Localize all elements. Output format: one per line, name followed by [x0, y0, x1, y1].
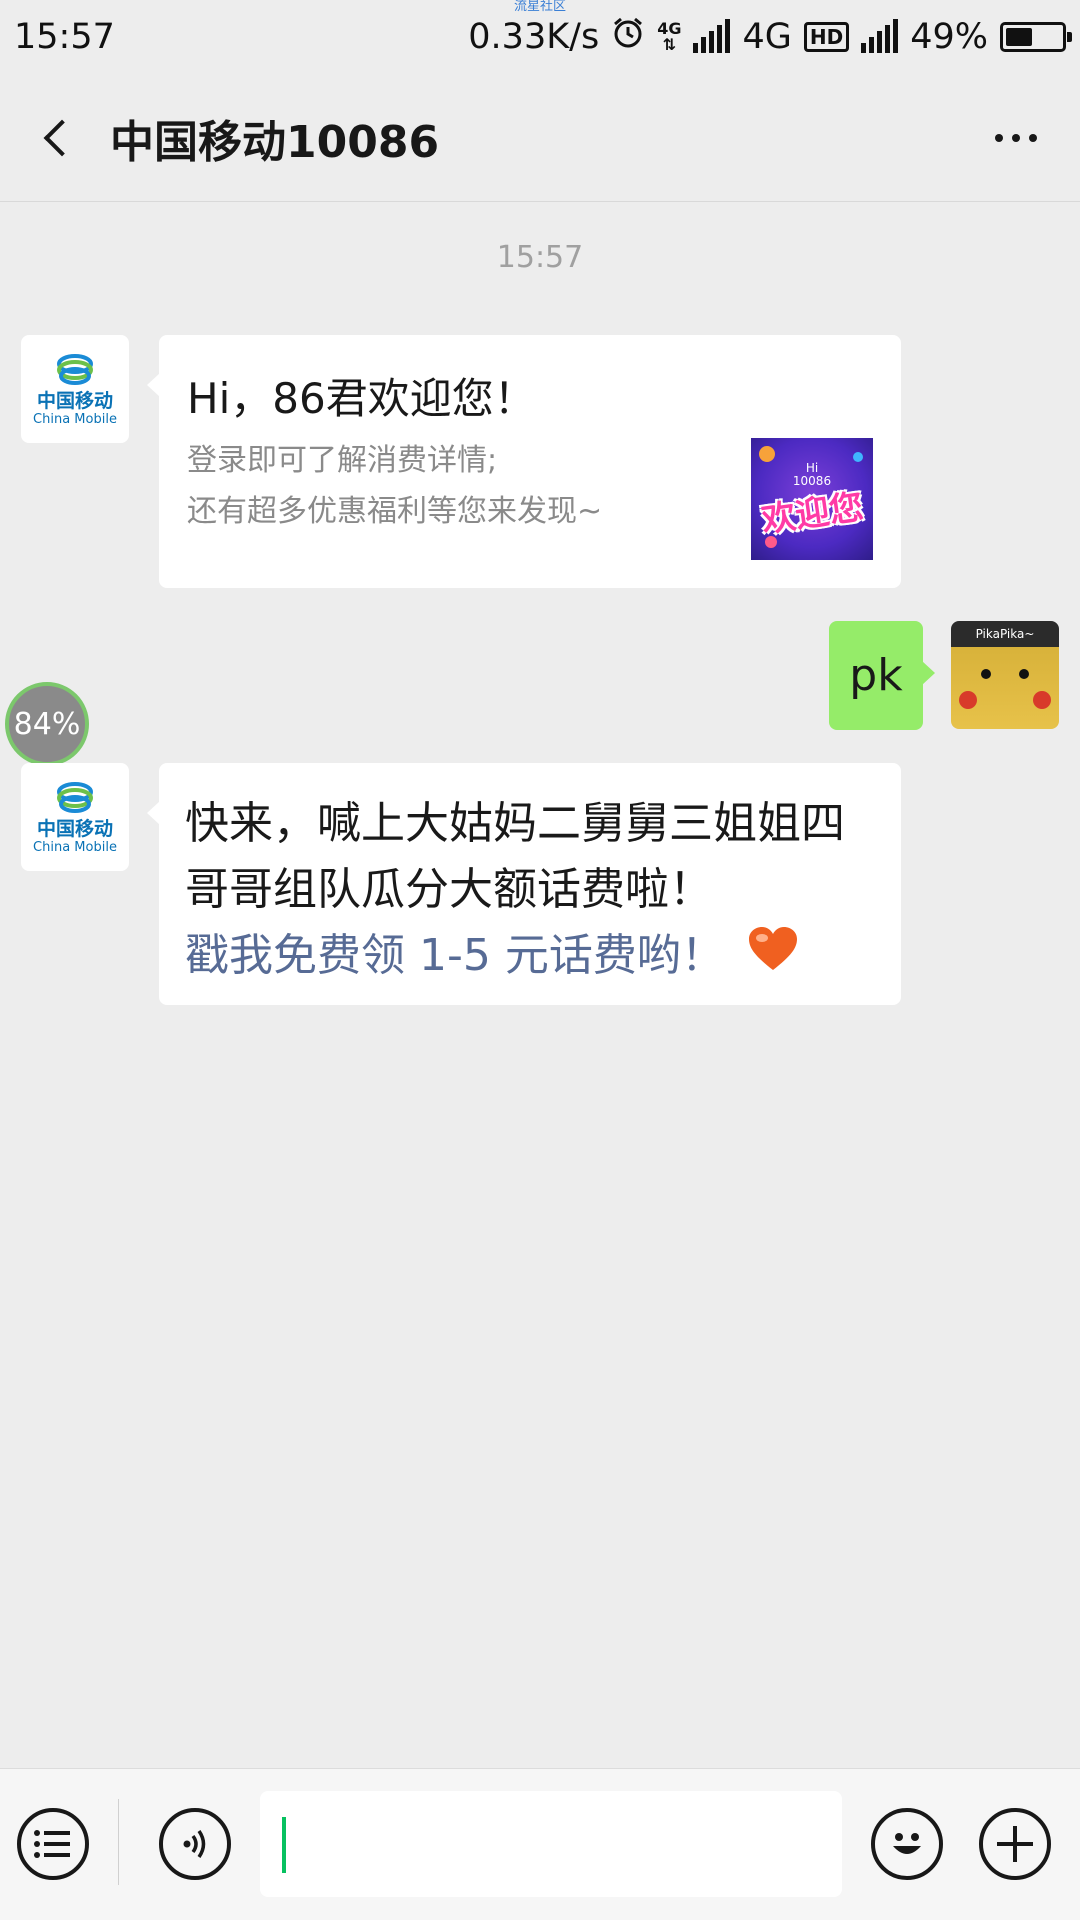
status-bar: 流星社区 15:57 0.33K/s 4G ⇅ 4G HD 49% [0, 0, 1080, 74]
battery-percent: 49% [910, 17, 988, 57]
logo-text-zh: 中国移动 [36, 389, 113, 412]
card-desc-line: 还有超多优惠福利等您来发现~ [187, 494, 603, 529]
voice-button[interactable] [159, 1808, 231, 1880]
card-title: Hi，86君欢迎您！ [187, 374, 536, 423]
network-speed: 0.33K/s [468, 17, 600, 57]
smiley-icon [893, 1833, 921, 1854]
more-dot-icon [995, 133, 1003, 142]
my-avatar[interactable]: PikaPika~ [951, 621, 1059, 729]
chevron-left-icon [43, 119, 81, 156]
card-thumbnail-image: Hi 10086 欢迎您 [751, 438, 873, 560]
sender-avatar[interactable]: 中国移动 China Mobile [21, 763, 129, 871]
promo-message-text: 快来，喊上大姑妈二舅舅三姐姐四 哥哥组队瓜分大额话费啦！ 戳我免费领 1-5 元… [185, 791, 885, 991]
more-dot-icon [1029, 133, 1037, 142]
logo-text-en: China Mobile [33, 411, 117, 427]
net-type: 4G [742, 17, 792, 57]
alarm-icon [611, 16, 645, 59]
more-dot-icon [1012, 133, 1020, 142]
promo-link[interactable]: 戳我免费领 1-5 元话费哟！ [185, 930, 725, 981]
outgoing-message[interactable]: pk [829, 621, 935, 730]
floating-memory-ball[interactable]: 84% [5, 682, 89, 766]
nav-bar: 中国移动10086 [0, 74, 1080, 202]
battery-icon [1000, 22, 1072, 52]
plus-icon [997, 1826, 1033, 1862]
hd-icon: HD [803, 22, 850, 52]
promo-line: 快来，喊上大姑妈二舅舅三姐姐四 [185, 798, 845, 849]
add-more-button[interactable] [979, 1808, 1051, 1880]
avatar-caption: PikaPika~ [975, 627, 1035, 641]
card-description: 登录即可了解消费详情; 还有超多优惠福利等您来发现~ [187, 435, 602, 537]
sender-avatar[interactable]: 中国移动 China Mobile [21, 335, 129, 443]
divider [118, 1799, 119, 1885]
signal-icon-2 [861, 19, 899, 53]
card-desc-line: 登录即可了解消费详情; [187, 443, 498, 478]
more-button[interactable] [966, 74, 1066, 201]
chat-title: 中国移动10086 [110, 116, 440, 168]
mobile-data-icon: 4G ⇅ [657, 21, 681, 53]
watermark-text: 流星社区 [513, 0, 566, 14]
china-mobile-logo-icon [57, 781, 93, 813]
voice-icon [183, 1830, 206, 1858]
emoji-button[interactable] [871, 1808, 943, 1880]
logo-text-zh: 中国移动 [36, 817, 113, 840]
china-mobile-logo-icon [57, 353, 93, 385]
status-time: 15:57 [14, 17, 115, 57]
input-bar [0, 1768, 1080, 1920]
data-arrows-icon: ⇅ [662, 35, 677, 54]
heart-icon [747, 925, 799, 991]
promo-line: 哥哥组队瓜分大额话费啦！ [185, 864, 713, 915]
promo-text-message[interactable]: 快来，喊上大姑妈二舅舅三姐姐四 哥哥组队瓜分大额话费啦！ 戳我免费领 1-5 元… [147, 763, 901, 1005]
message-input[interactable] [260, 1791, 842, 1897]
text-caret [282, 1817, 286, 1873]
signal-icon [693, 19, 731, 53]
welcome-card-message[interactable]: Hi，86君欢迎您！ 登录即可了解消费详情; 还有超多优惠福利等您来发现~ Hi… [147, 335, 901, 588]
back-button[interactable] [12, 74, 102, 201]
list-icon [34, 1830, 70, 1858]
logo-text-en: China Mobile [33, 839, 117, 855]
message-timestamp: 15:57 [496, 240, 584, 275]
menu-list-button[interactable] [17, 1808, 89, 1880]
